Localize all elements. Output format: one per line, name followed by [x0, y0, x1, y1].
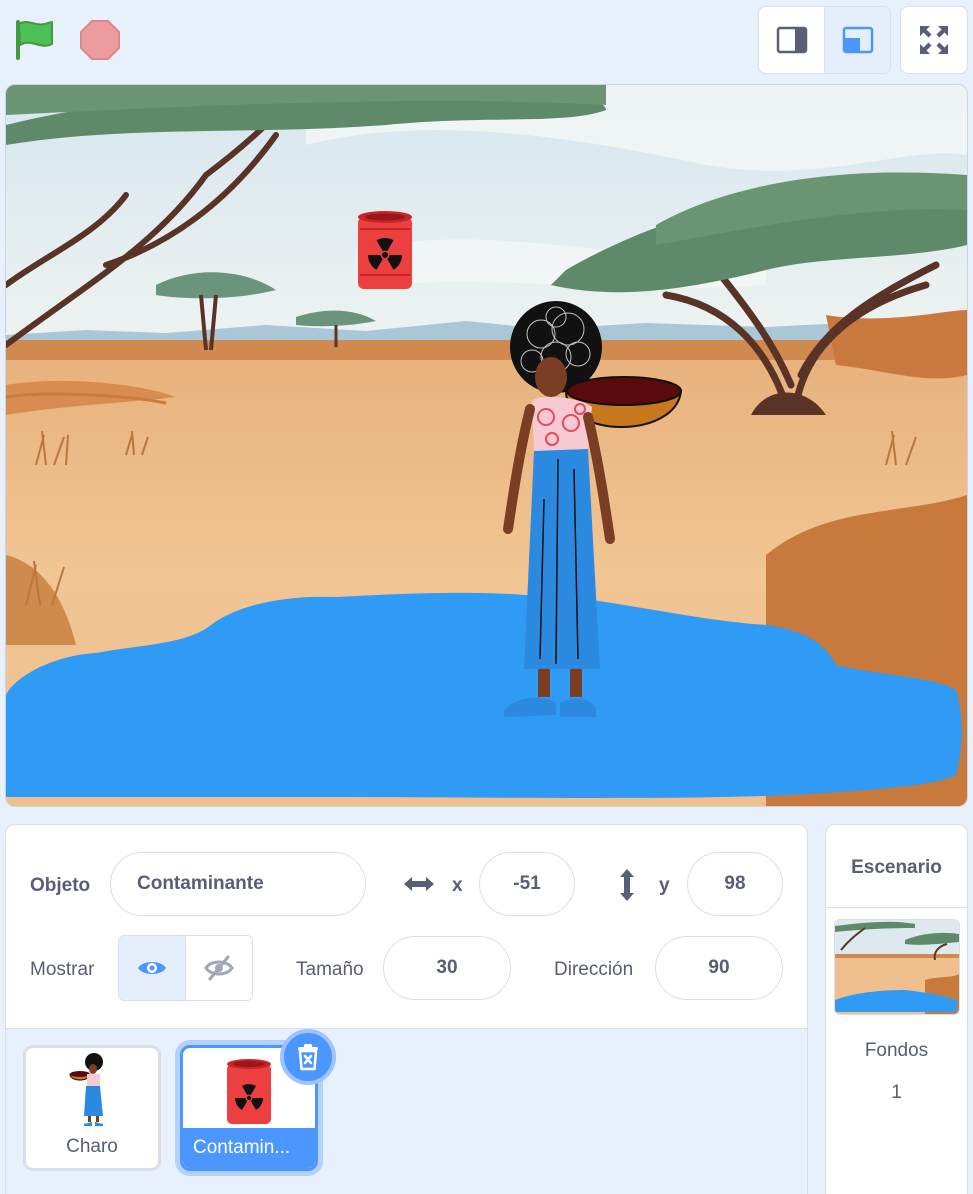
delete-sprite-button[interactable]	[280, 1029, 336, 1085]
green-flag-icon[interactable]	[12, 18, 58, 62]
radiation-icon	[368, 238, 402, 272]
show-sprite-button[interactable]	[119, 936, 185, 1000]
visibility-toggle	[118, 935, 253, 1001]
stage-header	[0, 0, 973, 82]
direction-input[interactable]: 90	[655, 936, 783, 1000]
sprite-list: Charo Contamin...	[5, 1028, 808, 1194]
x-label: x	[452, 875, 463, 896]
stage-canvas[interactable]	[5, 84, 968, 807]
backdrop-savanna	[6, 85, 967, 806]
backdrops-label: Fondos	[864, 1040, 929, 1061]
sprite-name-input[interactable]: Contaminante	[110, 852, 366, 916]
sprite-tile-charo[interactable]: Charo	[23, 1045, 161, 1171]
eye-icon	[138, 962, 166, 974]
sprite-tile-name: Contamin...	[183, 1128, 315, 1168]
small-stage-button[interactable]	[759, 7, 824, 73]
size-input[interactable]: 30	[383, 936, 511, 1000]
sprite-contaminante[interactable]	[358, 211, 412, 289]
stage-size-toggle	[758, 6, 891, 74]
y-label: y	[659, 875, 670, 896]
sprite-tile-name: Charo	[66, 1136, 118, 1157]
sprite-thumbnail	[26, 1052, 158, 1134]
direction-label: Dirección	[554, 959, 634, 980]
size-label: Tamaño	[296, 959, 364, 980]
stage-selector[interactable]: Escenario Fondos 1	[825, 824, 968, 1194]
eye-hidden-icon	[204, 955, 234, 981]
y-arrow-icon	[616, 867, 638, 908]
normal-stage-icon	[842, 26, 873, 54]
divider	[826, 907, 967, 908]
backdrop-thumbnail[interactable]	[834, 919, 960, 1015]
backdrops-count: 1	[891, 1082, 902, 1103]
sprite-info-panel: Objeto Contaminante x -51 y 98 Mostrar T…	[5, 824, 808, 1028]
sprite-label: Objeto	[30, 875, 91, 896]
stop-icon[interactable]	[78, 18, 122, 62]
fullscreen-button[interactable]	[900, 6, 968, 74]
small-stage-icon	[776, 26, 807, 54]
stage-title: Escenario	[851, 857, 942, 878]
hide-sprite-button[interactable]	[185, 936, 252, 1000]
x-arrow-icon	[402, 873, 436, 900]
trash-icon	[298, 1044, 318, 1071]
y-position-input[interactable]: 98	[687, 852, 783, 916]
show-label: Mostrar	[30, 959, 95, 980]
fullscreen-icon	[920, 26, 948, 54]
x-position-input[interactable]: -51	[479, 852, 575, 916]
normal-stage-button[interactable]	[824, 7, 890, 73]
